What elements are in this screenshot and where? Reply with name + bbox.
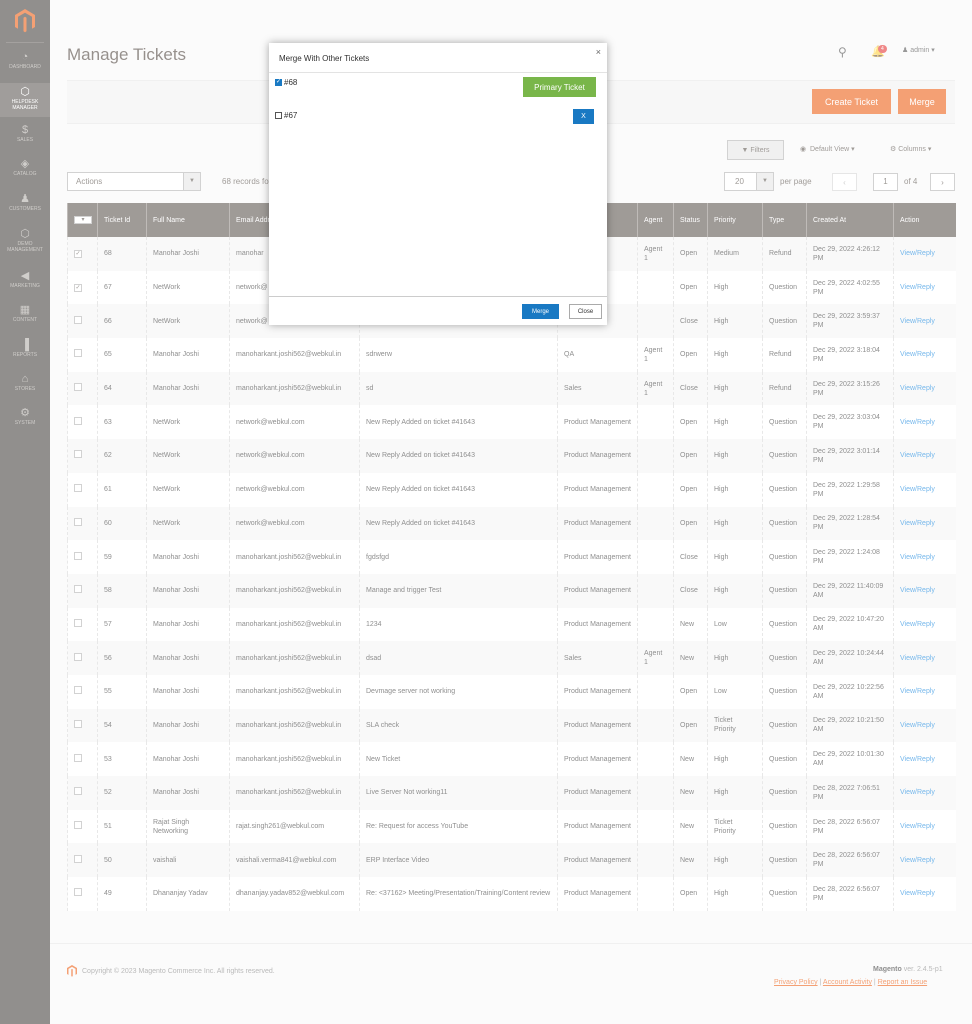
primary-ticket-button[interactable]: Primary Ticket: [523, 77, 596, 97]
remove-ticket-button[interactable]: X: [573, 109, 594, 124]
modal-header-divider: [269, 72, 607, 73]
merge-confirm-button[interactable]: Merge: [522, 304, 559, 319]
ticket-checkbox-67[interactable]: [275, 112, 282, 119]
modal-footer-divider: [269, 296, 607, 297]
close-button[interactable]: Close: [569, 304, 602, 319]
ticket-checkbox-68[interactable]: ✓: [275, 79, 282, 86]
modal-title: Merge With Other Tickets: [279, 54, 370, 63]
ticket-label: #68: [284, 78, 298, 87]
ticket-label: #67: [284, 111, 298, 120]
ticket-row-68: ✓ #68: [275, 78, 297, 87]
ticket-row-67: #67: [275, 111, 297, 120]
close-icon[interactable]: ×: [596, 47, 601, 57]
merge-tickets-modal: Merge With Other Tickets × ✓ #68 Primary…: [269, 43, 607, 325]
